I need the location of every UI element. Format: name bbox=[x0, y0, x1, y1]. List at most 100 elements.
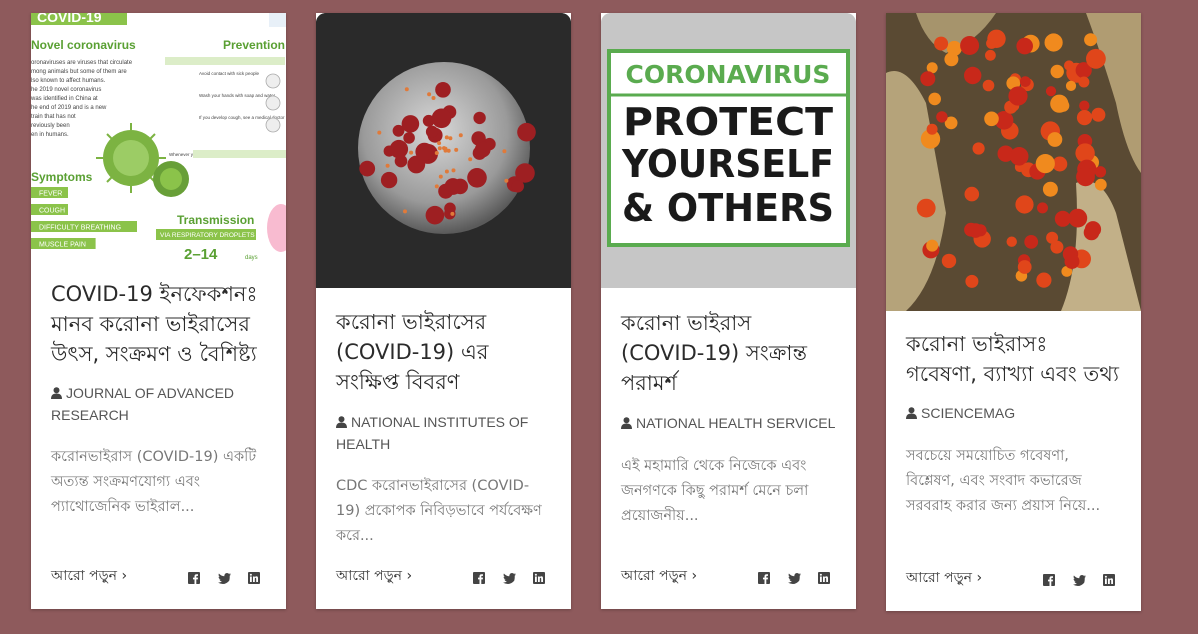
virus-particle bbox=[1024, 235, 1039, 249]
poster-line-1: CORONAVIRUS bbox=[626, 60, 831, 89]
linkedin-icon[interactable] bbox=[533, 569, 545, 584]
virus-particle bbox=[1006, 236, 1017, 247]
card-image-microscopy[interactable] bbox=[886, 13, 1141, 311]
virus-dot bbox=[431, 96, 436, 100]
twitter-icon[interactable] bbox=[1073, 571, 1086, 586]
virus-dot bbox=[454, 147, 459, 152]
read-more-link[interactable]: আরো পড়ুন › bbox=[336, 566, 412, 586]
infographic-body-line: reviously been bbox=[31, 123, 70, 129]
virus-particle bbox=[936, 111, 948, 123]
article-card-3: CORONAVIRUS PROTECT YOURSELF & OTHERS কর… bbox=[601, 13, 856, 609]
poster-line-2: PROTECT bbox=[623, 100, 833, 144]
infographic-heading-left: Novel coronavirus bbox=[31, 38, 136, 52]
infographic-body-line: en in humans. bbox=[31, 132, 69, 138]
twitter-icon[interactable] bbox=[503, 569, 516, 584]
virus-spike bbox=[359, 160, 376, 177]
read-more-link[interactable]: আরো পড়ুন › bbox=[906, 568, 982, 588]
virus-dot bbox=[403, 209, 407, 214]
virus-particle bbox=[1045, 86, 1057, 97]
facebook-icon[interactable] bbox=[1043, 571, 1055, 586]
card-footer: আরো পড়ুন › bbox=[621, 566, 830, 586]
virus-spike bbox=[517, 122, 536, 142]
card-image-virus[interactable] bbox=[316, 13, 571, 288]
article-title[interactable]: করোনা ভাইরাসের (COVID-19) এর সংক্ষিপ্ত ব… bbox=[336, 307, 551, 397]
virus-dot bbox=[437, 146, 442, 151]
virus-particle bbox=[934, 36, 949, 51]
virus-particle bbox=[928, 92, 941, 106]
virus-particle bbox=[964, 186, 980, 202]
virus-spike bbox=[415, 142, 434, 161]
virus-spike bbox=[431, 108, 452, 129]
virus-particle bbox=[1015, 195, 1034, 214]
twitter-icon[interactable] bbox=[218, 569, 231, 584]
virus-dot bbox=[404, 87, 409, 92]
virus-dot bbox=[438, 174, 443, 179]
facebook-icon[interactable] bbox=[473, 569, 485, 584]
virus-dot bbox=[448, 136, 453, 141]
linkedin-icon[interactable] bbox=[1103, 571, 1115, 586]
article-source: JOURNAL OF ADVANCED RESEARCH bbox=[51, 383, 266, 426]
virus-illustration-large bbox=[96, 123, 189, 197]
virus-spike bbox=[511, 180, 524, 193]
virus-particle bbox=[944, 52, 959, 67]
article-card-2: করোনা ভাইরাসের (COVID-19) এর সংক্ষিপ্ত ব… bbox=[316, 13, 571, 609]
read-more-link[interactable]: আরো পড়ুন › bbox=[621, 566, 697, 586]
prevention-line: Wash your hands with soap and water bbox=[199, 93, 276, 98]
linkedin-icon[interactable] bbox=[248, 569, 260, 584]
article-title[interactable]: করোনা ভাইরাসঃ গবেষণা, ব্যাখ্যা এবং তথ্য bbox=[906, 329, 1121, 389]
infographic-body-line: train that has not bbox=[31, 114, 76, 120]
transmission-sub: VIA RESPIRATORY DROPLETS bbox=[160, 232, 255, 239]
protect-yourself-poster: CORONAVIRUS PROTECT YOURSELF & OTHERS bbox=[601, 13, 856, 288]
article-title[interactable]: করোনা ভাইরাস (COVID-19) সংক্রান্ত পরামর্… bbox=[621, 308, 836, 398]
infographic-body-line: lso known to affect humans. bbox=[31, 78, 106, 84]
virus-microscopy-image bbox=[886, 13, 1141, 311]
read-more-link[interactable]: আরো পড়ুন › bbox=[51, 566, 127, 586]
article-source: SCIENCEMAG bbox=[906, 403, 1121, 425]
virus-particle bbox=[941, 253, 957, 269]
article-excerpt: এই মহামারি থেকে নিজেকে এবং জনগণকে কিছু প… bbox=[621, 458, 809, 524]
virus-particle bbox=[1078, 76, 1090, 88]
source-label: JOURNAL OF ADVANCED RESEARCH bbox=[51, 385, 235, 423]
virus-dot bbox=[450, 211, 455, 216]
article-title[interactable]: COVID-19 ইনফেকশনঃ মানব করোনা ভাইরাসের উৎ… bbox=[51, 279, 266, 369]
source-label: SCIENCEMAG bbox=[921, 405, 1016, 421]
virus-particle bbox=[1035, 154, 1055, 174]
virus-particle bbox=[987, 29, 1006, 48]
virus-3d-image bbox=[316, 13, 571, 288]
facebook-icon[interactable] bbox=[188, 569, 200, 584]
virus-particle bbox=[964, 66, 982, 85]
card-footer: আরো পড়ুন › bbox=[51, 566, 260, 586]
share-icons bbox=[170, 569, 260, 588]
source-label: NATIONAL INSTITUTES OF HEALTH bbox=[336, 414, 529, 452]
virus-particle bbox=[1050, 64, 1064, 79]
linkedin-icon[interactable] bbox=[818, 569, 830, 584]
virus-spike bbox=[425, 205, 445, 225]
prevention-line: Avoid contact with sick people bbox=[199, 71, 259, 76]
virus-particle bbox=[1091, 107, 1106, 122]
twitter-icon[interactable] bbox=[788, 569, 801, 584]
virus-particle bbox=[1037, 202, 1048, 214]
user-icon bbox=[336, 413, 347, 434]
card-image-poster[interactable]: CORONAVIRUS PROTECT YOURSELF & OTHERS bbox=[601, 13, 856, 288]
symptom-label: FEVER bbox=[39, 191, 62, 198]
card-image-infographic[interactable]: COVID-19 Novel coronavirus Prevention or… bbox=[31, 13, 286, 261]
virus-particle bbox=[1079, 100, 1090, 111]
virus-dot bbox=[444, 135, 449, 140]
virus-spike bbox=[403, 132, 415, 144]
virus-spike bbox=[425, 125, 439, 138]
virus-dot bbox=[434, 184, 439, 189]
virus-particle bbox=[1047, 132, 1063, 147]
virus-particle bbox=[1036, 272, 1052, 288]
virus-spike bbox=[401, 115, 420, 133]
virus-dot bbox=[504, 178, 509, 183]
virus-dot bbox=[468, 157, 473, 162]
virus-particle bbox=[972, 142, 985, 155]
virus-particle bbox=[920, 71, 936, 87]
source-label: NATIONAL HEALTH SERVICEL bbox=[636, 415, 836, 431]
facebook-icon[interactable] bbox=[758, 569, 770, 584]
poster-line-3: YOURSELF bbox=[621, 142, 834, 186]
virus-particle bbox=[1076, 110, 1093, 126]
virus-particle bbox=[1008, 86, 1028, 106]
virus-spike bbox=[474, 141, 491, 158]
virus-particle bbox=[1057, 99, 1070, 112]
